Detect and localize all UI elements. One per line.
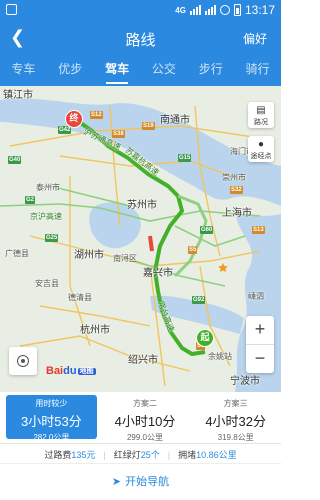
city-label: 苏州市 bbox=[127, 200, 157, 211]
app-header: ❮ 路线 偏好 bbox=[0, 20, 281, 56]
clock: 13:17 bbox=[244, 3, 275, 17]
road-shield: G15 bbox=[178, 154, 192, 162]
road-shield: S19 bbox=[142, 122, 155, 130]
waypoint-button[interactable]: ● 途经点 bbox=[248, 136, 274, 162]
baidu-logo: Baidu 地图 bbox=[46, 365, 96, 377]
traffic-label: 路况 bbox=[254, 119, 268, 126]
alarm-icon bbox=[219, 5, 230, 15]
route-distance: 319.8公里 bbox=[217, 433, 254, 442]
congestion-label: 拥堵 bbox=[178, 450, 197, 460]
traffic-button[interactable]: ▤ 路况 bbox=[248, 102, 274, 128]
battery-icon bbox=[233, 4, 241, 16]
tab-walk[interactable]: 步行 bbox=[187, 56, 234, 86]
congestion-segment bbox=[148, 235, 154, 252]
city-label: 余姚站 bbox=[208, 352, 232, 361]
route-duration: 3小时53分 bbox=[20, 414, 82, 429]
city-label: 南浔区 bbox=[113, 254, 137, 263]
origin-marker[interactable]: 起 bbox=[196, 329, 214, 347]
tab-special-car[interactable]: 专车 bbox=[0, 56, 47, 86]
road-shield: G92 bbox=[192, 296, 206, 304]
city-label: 湖州市 bbox=[74, 250, 104, 261]
map-canvas bbox=[0, 98, 281, 392]
toll-value: 135元 bbox=[71, 450, 96, 460]
lights-label: 红绿灯 bbox=[113, 450, 141, 460]
city-label: 广德县 bbox=[5, 249, 29, 258]
route-option-3[interactable]: 方案三 4小时32分 319.8公里 bbox=[190, 392, 281, 443]
tab-transit[interactable]: 公交 bbox=[140, 56, 187, 86]
zoom-in-button[interactable]: + bbox=[246, 316, 274, 344]
lights-value: 25个 bbox=[140, 450, 160, 460]
page-title: 路线 bbox=[125, 32, 156, 49]
city-label: 上海市 bbox=[222, 208, 252, 219]
road-label: 京沪高速 bbox=[30, 212, 62, 221]
route-tag: 方案二 bbox=[133, 399, 157, 408]
city-label: 杭州市 bbox=[80, 325, 110, 336]
route-options: 用时较少 3小时53分 282.0公里 方案二 4小时10分 299.0公里 方… bbox=[0, 392, 281, 444]
route-duration: 4小时10分 bbox=[114, 414, 176, 429]
congestion-value: 10.86公里 bbox=[196, 450, 237, 460]
road-shield: G40 bbox=[8, 156, 22, 164]
preference-button[interactable]: 偏好 bbox=[243, 30, 267, 47]
city-label: 绍兴市 bbox=[128, 355, 158, 366]
route-option-fastest[interactable]: 用时较少 3小时53分 282.0公里 bbox=[6, 395, 97, 442]
start-navigation-label: 开始导航 bbox=[125, 476, 170, 488]
road-shield: G2 bbox=[25, 196, 36, 204]
city-label: 安吉县 bbox=[35, 279, 59, 288]
signal-icon bbox=[189, 5, 201, 15]
road-shield: G60 bbox=[200, 226, 214, 234]
city-label: 宁波市 bbox=[230, 376, 260, 387]
city-label: 德清县 bbox=[68, 293, 92, 302]
status-bar: 4G 13:17 bbox=[0, 0, 281, 20]
start-navigation-button[interactable]: ➤ 开始导航 bbox=[0, 473, 281, 489]
road-shield: S12 bbox=[90, 111, 103, 119]
status-icons: 4G 13:17 bbox=[175, 3, 275, 17]
route-distance: 282.0公里 bbox=[33, 433, 70, 442]
notification-icon bbox=[6, 4, 17, 15]
report-icon: ● bbox=[257, 139, 265, 150]
road-shield: G25 bbox=[45, 234, 59, 242]
waypoint-label: 途经点 bbox=[250, 153, 272, 160]
route-icon: ▤ bbox=[256, 105, 266, 116]
city-label: 南通市 bbox=[160, 115, 190, 126]
city-label: 嘉兴市 bbox=[143, 268, 173, 279]
road-shield: S13 bbox=[252, 226, 265, 234]
locate-button[interactable] bbox=[9, 347, 37, 375]
navigate-arrow-icon: ➤ bbox=[111, 476, 122, 488]
tab-bike[interactable]: 骑行 bbox=[234, 56, 281, 86]
road-shield: S38 bbox=[112, 130, 125, 138]
city-label: 崇州市 bbox=[222, 173, 246, 182]
tab-uber[interactable]: 优步 bbox=[47, 56, 94, 86]
signal-icon-2 bbox=[204, 5, 216, 15]
map-view[interactable]: 镇江市 南通市 泰州市 苏州市 上海市 湖州市 嘉兴市 杭州市 绍兴市 宁波市 … bbox=[0, 86, 281, 392]
navigation-bar: ➤ 开始导航 bbox=[0, 464, 281, 500]
city-label: 泰州市 bbox=[36, 183, 60, 192]
zoom-out-button[interactable]: − bbox=[246, 345, 274, 373]
network-type: 4G bbox=[175, 5, 186, 15]
tab-drive[interactable]: 驾车 bbox=[94, 56, 141, 86]
route-duration: 4小时32分 bbox=[205, 414, 267, 429]
route-distance: 299.0公里 bbox=[126, 433, 164, 442]
city-label: 嵊泗 bbox=[248, 292, 264, 301]
toll-label: 过路费 bbox=[44, 450, 72, 460]
city-label: 镇江市 bbox=[3, 90, 33, 101]
road-shield: S5 bbox=[188, 246, 198, 254]
destination-marker[interactable]: 终 bbox=[65, 110, 83, 128]
transport-tabs: 专车 优步 驾车 公交 步行 骑行 bbox=[0, 56, 281, 86]
route-option-2[interactable]: 方案二 4小时10分 299.0公里 bbox=[100, 392, 191, 443]
zoom-control: + − bbox=[246, 316, 274, 373]
route-summary: 过路费135元 | 红绿灯25个 | 拥堵10.86公里 bbox=[0, 446, 281, 464]
route-tag: 方案三 bbox=[223, 399, 248, 408]
route-tag: 用时较少 bbox=[35, 399, 68, 408]
road-shield: S32 bbox=[230, 186, 243, 194]
poi-star-icon bbox=[218, 263, 228, 272]
